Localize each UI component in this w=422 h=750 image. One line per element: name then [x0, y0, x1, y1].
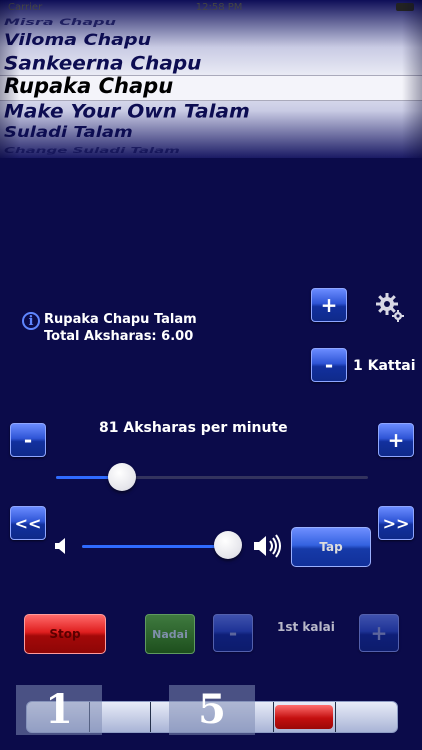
- tempo-plus-button[interactable]: +: [378, 423, 414, 457]
- beat-number-5: 5: [169, 685, 255, 735]
- talam-name-label: Rupaka Chapu Talam: [44, 312, 197, 327]
- picker-item-make-your-own-talam[interactable]: Make Your Own Talam: [4, 102, 422, 121]
- beat-divider: [150, 702, 151, 732]
- picker-item-rupaka-chapu[interactable]: Rupaka Chapu: [4, 76, 422, 97]
- volume-slider-fill: [82, 545, 228, 548]
- speaker-high-icon: [254, 534, 281, 558]
- speaker-low-icon: [55, 538, 65, 554]
- volume-slider-knob[interactable]: [214, 531, 242, 559]
- kattai-minus-button[interactable]: -: [311, 348, 347, 382]
- tempo-slider-knob[interactable]: [107, 463, 136, 491]
- beat-number-1: 1: [16, 685, 102, 735]
- kattai-plus-button[interactable]: +: [311, 288, 347, 322]
- beat-divider: [273, 702, 274, 732]
- tap-button[interactable]: Tap: [291, 527, 371, 567]
- active-beat-marker: [275, 705, 333, 729]
- kalai-label: 1st kalai: [277, 620, 335, 634]
- picker-shade-left: [0, 0, 20, 158]
- previous-button[interactable]: <<: [10, 506, 46, 540]
- tempo-minus-button[interactable]: -: [10, 423, 46, 457]
- picker-item-viloma-chapu[interactable]: Viloma Chapu: [4, 32, 422, 48]
- tempo-label: 81 Aksharas per minute: [99, 420, 288, 436]
- kattai-value-label: 1 Kattai: [353, 358, 416, 374]
- tempo-slider[interactable]: [56, 476, 368, 479]
- next-button[interactable]: >>: [378, 506, 414, 540]
- gear-icon[interactable]: [375, 292, 405, 322]
- talam-info: i Rupaka Chapu Talam Total Aksharas: 6.0…: [22, 311, 197, 345]
- picker-item-suladi-talam[interactable]: Suladi Talam: [4, 125, 422, 140]
- nadai-button[interactable]: Nadai: [145, 614, 195, 654]
- volume-slider[interactable]: [82, 545, 228, 548]
- beat-divider: [335, 702, 336, 732]
- status-bar: Carrier 12:58 PM: [0, 0, 422, 14]
- picker-item-sankeerna-chapu[interactable]: Sankeerna Chapu: [4, 54, 422, 73]
- time-label: 12:58 PM: [195, 1, 243, 13]
- kalai-minus-button[interactable]: -: [213, 614, 253, 652]
- picker-item-change-suladi-talam[interactable]: Change Suladi Talam: [4, 146, 422, 154]
- kalai-plus-button[interactable]: +: [359, 614, 399, 652]
- stop-button[interactable]: Stop: [24, 614, 106, 654]
- total-aksharas-label: Total Aksharas: 6.00: [44, 329, 194, 344]
- talam-picker[interactable]: Carrier 12:58 PM Misra Chapu Viloma Chap…: [0, 0, 422, 158]
- picker-item-misra-chapu[interactable]: Misra Chapu: [4, 17, 422, 27]
- picker-shade-right: [402, 0, 422, 158]
- info-icon[interactable]: i: [22, 312, 40, 330]
